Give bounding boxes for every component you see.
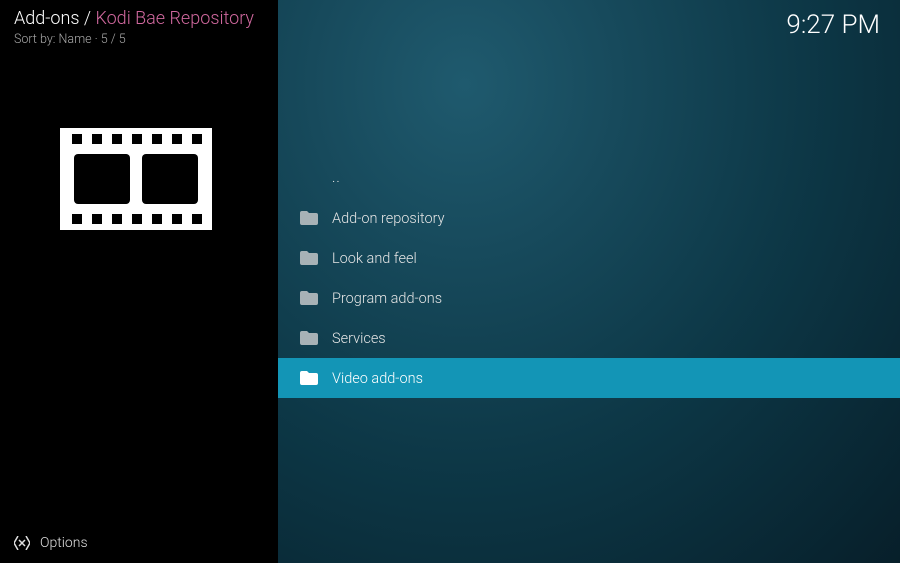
list-item-program-addons[interactable]: Program add-ons [278, 278, 900, 318]
options-icon [14, 536, 30, 550]
list-item-label: Program add-ons [332, 290, 442, 307]
breadcrumb-separator: / [80, 8, 96, 29]
breadcrumb-section: Add-ons [14, 8, 80, 29]
film-strip-icon [60, 128, 212, 230]
list-item-look-and-feel[interactable]: Look and feel [278, 238, 900, 278]
folder-icon [300, 211, 318, 225]
clock: 9:27 PM [786, 10, 880, 40]
breadcrumb-current: Kodi Bae Repository [95, 8, 254, 29]
folder-icon [300, 331, 318, 345]
breadcrumb: Add-ons / Kodi Bae Repository [14, 8, 254, 29]
list-item-label: Look and feel [332, 250, 417, 267]
parent-directory-label: .. [332, 170, 341, 186]
sort-info: Sort by: Name · 5 / 5 [14, 32, 126, 47]
folder-icon [300, 371, 318, 385]
options-button[interactable]: Options [14, 535, 88, 551]
list-item-label: Add-on repository [332, 210, 445, 227]
folder-icon [300, 291, 318, 305]
list-item-addon-repository[interactable]: Add-on repository [278, 198, 900, 238]
list-item-parent[interactable]: .. [278, 158, 900, 198]
main-content: 9:27 PM .. Add-on repository Look and fe… [278, 0, 900, 563]
sidebar: Add-ons / Kodi Bae Repository Sort by: N… [0, 0, 278, 563]
list-item-label: Video add-ons [332, 370, 423, 387]
list-item-label: Services [332, 330, 386, 347]
folder-icon [300, 251, 318, 265]
list-item-services[interactable]: Services [278, 318, 900, 358]
category-list: .. Add-on repository Look and feel Progr… [278, 158, 900, 398]
options-label: Options [40, 535, 88, 551]
list-item-video-addons[interactable]: Video add-ons [278, 358, 900, 398]
